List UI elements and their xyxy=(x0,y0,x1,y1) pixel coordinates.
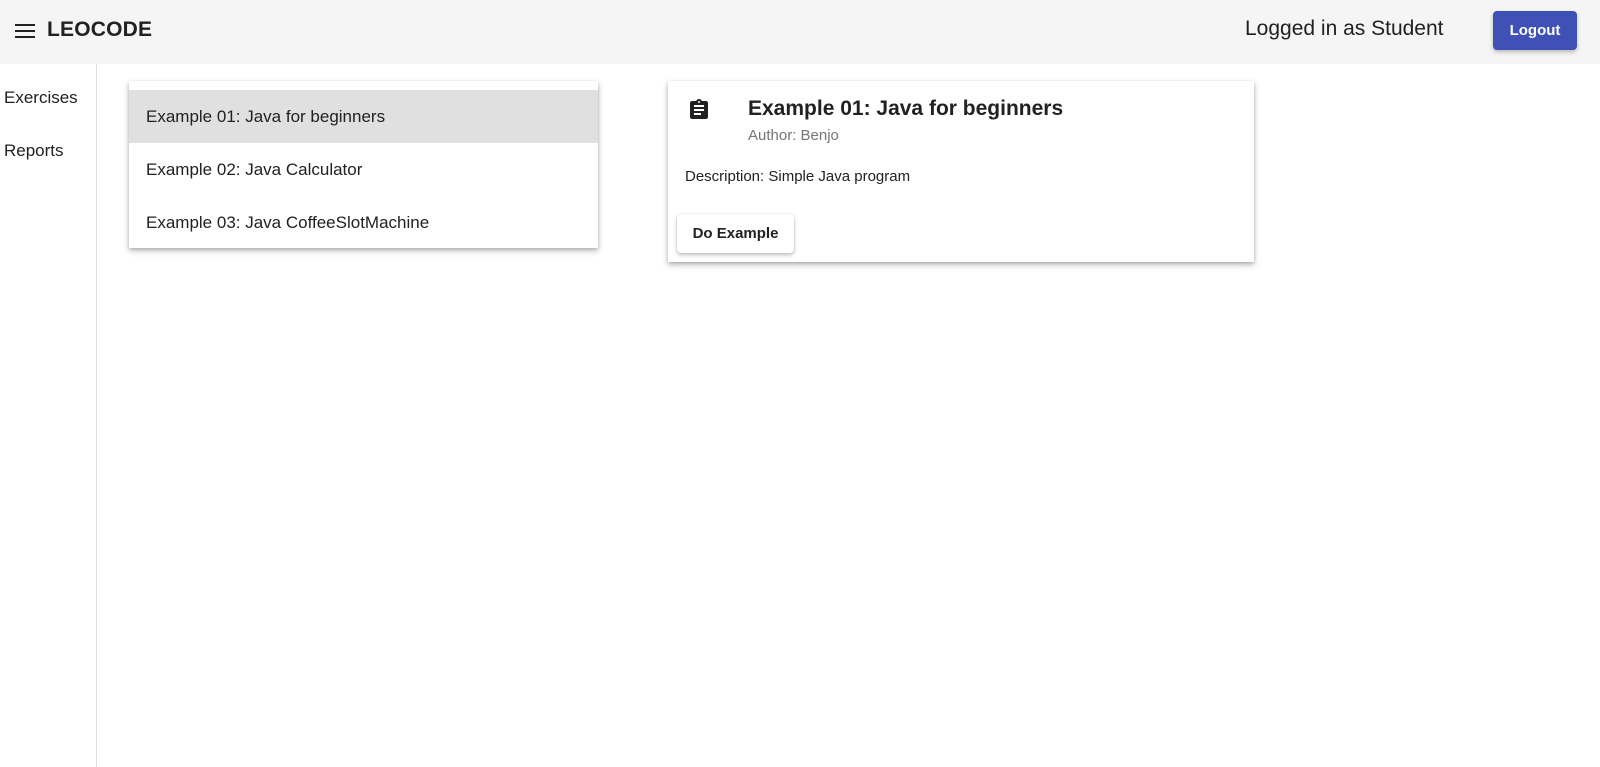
app-title: LEOCODE xyxy=(47,18,153,41)
sidebar: Exercises Reports xyxy=(0,64,97,767)
exercise-list-item[interactable]: Example 03: Java CoffeeSlotMachine xyxy=(129,196,598,249)
logged-in-status: Logged in as Student xyxy=(1245,17,1444,40)
exercise-description: Description: Simple Java program xyxy=(685,168,911,185)
exercise-detail-card: Example 01: Java for beginners Author: B… xyxy=(668,81,1254,262)
clipboard-icon xyxy=(690,99,708,119)
exercise-author: Author: Benjo xyxy=(748,127,839,144)
menu-icon[interactable] xyxy=(14,22,36,42)
exercise-title: Example 01: Java for beginners xyxy=(748,97,1064,120)
top-app-bar: LEOCODE Logged in as Student Logout xyxy=(0,0,1600,64)
sidebar-item-reports[interactable]: Reports xyxy=(4,141,64,161)
exercise-list: Example 01: Java for beginners Example 0… xyxy=(129,81,598,248)
logout-button[interactable]: Logout xyxy=(1493,11,1577,50)
do-example-button[interactable]: Do Example xyxy=(677,214,794,253)
exercise-list-item[interactable]: Example 01: Java for beginners xyxy=(129,90,598,143)
exercise-list-item[interactable]: Example 02: Java Calculator xyxy=(129,143,598,196)
sidebar-item-exercises[interactable]: Exercises xyxy=(4,88,78,108)
